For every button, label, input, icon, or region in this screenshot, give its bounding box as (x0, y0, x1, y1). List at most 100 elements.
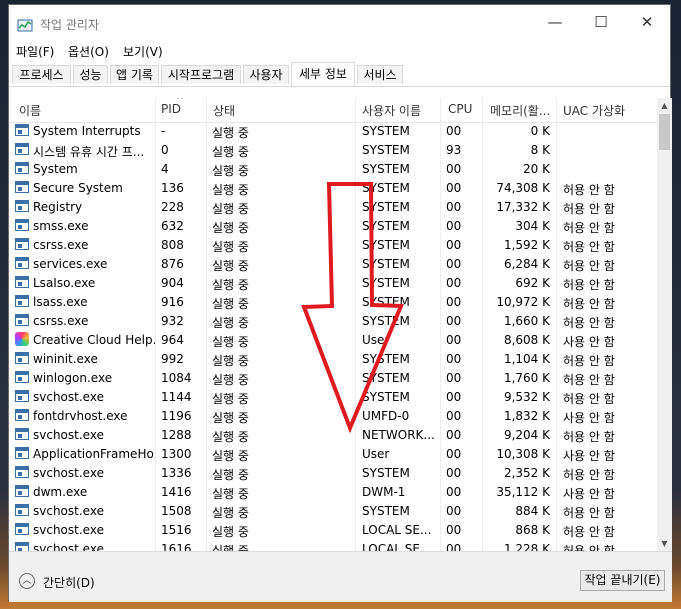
cell-user: SYSTEM (362, 200, 410, 214)
table-row[interactable]: lsass.exe 916 실행 중 SYSTEM 00 10,972 K 허용 안 함 (9, 293, 657, 312)
process-icon (15, 428, 29, 440)
cell-status: 실행 중 (212, 411, 249, 425)
cell-cpu: 00 (446, 257, 462, 271)
process-icon (15, 504, 29, 516)
menu-file[interactable]: 파일(F) (16, 43, 54, 60)
process-icon (15, 390, 29, 402)
table-row[interactable]: svchost.exe 1516 실행 중 LOCAL SE... 00 868 K 허용 … (9, 521, 657, 540)
scroll-down-icon[interactable]: ▼ (657, 536, 672, 551)
column-user-header[interactable]: 사용자 이름 (362, 102, 421, 119)
end-task-button[interactable]: 작업 끝내기(E) (580, 570, 665, 591)
vertical-scrollbar[interactable]: ▲ ▼ (657, 98, 672, 551)
cell-user: SYSTEM (362, 238, 410, 252)
menu-options[interactable]: 옵션(O) (68, 43, 109, 60)
cell-user: SYSTEM (362, 295, 410, 309)
tab-processes[interactable]: 프로세스 (12, 65, 71, 84)
chevron-up-icon[interactable]: ︿ (19, 573, 35, 589)
table-row[interactable]: System Interrupts - 실행 중 SYSTEM 00 0 K (9, 122, 657, 141)
cell-name: services.exe (33, 257, 108, 271)
cell-user: SYSTEM (362, 143, 410, 157)
cell-pid: 992 (161, 352, 184, 366)
cell-name: svchost.exe (33, 504, 104, 518)
column-status-header[interactable]: 상태 (213, 102, 235, 119)
process-icon (15, 447, 29, 459)
cell-name: LsaIso.exe (33, 276, 96, 290)
table-row[interactable]: Secure System 136 실행 중 SYSTEM 00 74,308 K 허용 안… (9, 179, 657, 198)
tab-performance[interactable]: 성능 (73, 65, 108, 84)
cell-status: 실행 중 (212, 316, 249, 330)
tab-app-history[interactable]: 앱 기록 (110, 65, 159, 84)
table-row[interactable]: csrss.exe 808 실행 중 SYSTEM 00 1,592 K 허용 안 함 (9, 236, 657, 255)
cell-name: Creative Cloud Help... (33, 333, 155, 347)
cell-status: 실행 중 (212, 145, 249, 159)
table-row[interactable]: svchost.exe 1616 실행 중 LOCAL SE... 00 1,228 K 허… (9, 540, 657, 551)
cell-user: SYSTEM (362, 390, 410, 404)
cell-uac: 사용 안 함 (563, 449, 615, 463)
cell-user: SYSTEM (362, 219, 410, 233)
cell-cpu: 00 (446, 542, 462, 551)
close-button[interactable]: ✕ (624, 7, 670, 37)
cell-user: NETWORK... (362, 428, 435, 442)
table-row[interactable]: svchost.exe 1288 실행 중 NETWORK... 00 9,204 K 허용… (9, 426, 657, 445)
tab-services[interactable]: 서비스 (357, 65, 403, 84)
maximize-button[interactable]: ☐ (578, 7, 624, 37)
table-row[interactable]: ApplicationFrameHo... 1300 실행 중 User 00 10,30… (9, 445, 657, 464)
column-pid-header[interactable]: PID (161, 102, 181, 116)
cell-memory: 884 K (515, 504, 550, 518)
tab-startup[interactable]: 시작프로그램 (161, 65, 241, 84)
cell-status: 실행 중 (212, 487, 249, 501)
table-row[interactable]: services.exe 876 실행 중 SYSTEM 00 6,284 K 허용 안 함 (9, 255, 657, 274)
cell-name: csrss.exe (33, 314, 89, 328)
cell-status: 실행 중 (212, 506, 249, 520)
table-row[interactable]: svchost.exe 1508 실행 중 SYSTEM 00 884 K 허용 안 함 (9, 502, 657, 521)
cell-status: 실행 중 (212, 525, 249, 539)
table-row[interactable]: LsaIso.exe 904 실행 중 SYSTEM 00 692 K 허용 안 함 (9, 274, 657, 293)
cell-name: svchost.exe (33, 390, 104, 404)
minimize-button[interactable]: — (532, 7, 578, 37)
table-row[interactable]: winlogon.exe 1084 실행 중 SYSTEM 00 1,760 K 허용 안 … (9, 369, 657, 388)
column-memory-header[interactable]: 메모리(활... (490, 102, 550, 119)
table-row[interactable]: fontdrvhost.exe 1196 실행 중 UMFD-0 00 1,832 K 사용… (9, 407, 657, 426)
table-row[interactable]: Creative Cloud Help... 964 실행 중 User 00 8,608… (9, 331, 657, 350)
cell-uac: 사용 안 함 (563, 335, 615, 349)
cell-memory: 1,592 K (503, 238, 550, 252)
menu-view[interactable]: 보기(V) (123, 43, 163, 60)
table-row[interactable]: System 4 실행 중 SYSTEM 00 20 K (9, 160, 657, 179)
window-title: 작업 관리자 (40, 18, 100, 32)
cell-pid: 1508 (161, 504, 192, 518)
process-icon (15, 200, 29, 212)
scroll-thumb[interactable] (659, 114, 670, 150)
table-row[interactable]: svchost.exe 1144 실행 중 SYSTEM 00 9,532 K 허용 안 함 (9, 388, 657, 407)
cell-status: 실행 중 (212, 126, 249, 140)
table-row[interactable]: 시스템 유휴 시간 프... 0 실행 중 SYSTEM 93 8 K (9, 141, 657, 160)
cell-name: smss.exe (33, 219, 89, 233)
scroll-up-icon[interactable]: ▲ (657, 98, 672, 113)
process-icon (15, 314, 29, 326)
cell-name: fontdrvhost.exe (33, 409, 128, 423)
table-row[interactable]: wininit.exe 992 실행 중 SYSTEM 00 1,104 K 허용 안 함 (9, 350, 657, 369)
task-manager-window: 작업 관리자 — ☐ ✕ 파일(F) 옵션(O) 보기(V) 프로세스 성능 앱… (8, 4, 672, 602)
column-cpu-header[interactable]: CPU (448, 102, 472, 116)
cell-memory: 1,228 K (503, 542, 550, 551)
tab-users[interactable]: 사용자 (243, 65, 289, 84)
cell-user: SYSTEM (362, 314, 410, 328)
cell-memory: 304 K (515, 219, 550, 233)
cell-cpu: 00 (446, 447, 462, 461)
cell-uac: 사용 안 함 (563, 487, 615, 501)
column-name-header[interactable]: 이름 (19, 102, 41, 119)
table-row[interactable]: csrss.exe 932 실행 중 SYSTEM 00 1,660 K 허용 안 함 (9, 312, 657, 331)
process-icon (15, 466, 29, 478)
table-row[interactable]: Registry 228 실행 중 SYSTEM 00 17,332 K 허용 안 함 (9, 198, 657, 217)
fewer-details-link[interactable]: 간단히(D) (43, 574, 95, 591)
cell-cpu: 00 (446, 504, 462, 518)
cell-memory: 0 K (530, 124, 550, 138)
column-uac-header[interactable]: UAC 가상화 (563, 102, 625, 119)
process-icon (15, 124, 29, 136)
table-row[interactable]: smss.exe 632 실행 중 SYSTEM 00 304 K 허용 안 함 (9, 217, 657, 236)
tab-details[interactable]: 세부 정보 (291, 62, 355, 86)
table-row[interactable]: svchost.exe 1336 실행 중 SYSTEM 00 2,352 K 허용 안 함 (9, 464, 657, 483)
cell-user: SYSTEM (362, 466, 410, 480)
table-row[interactable]: dwm.exe 1416 실행 중 DWM-1 00 35,112 K 사용 안 함 (9, 483, 657, 502)
cell-user: SYSTEM (362, 276, 410, 290)
cell-pid: 1416 (161, 485, 192, 499)
